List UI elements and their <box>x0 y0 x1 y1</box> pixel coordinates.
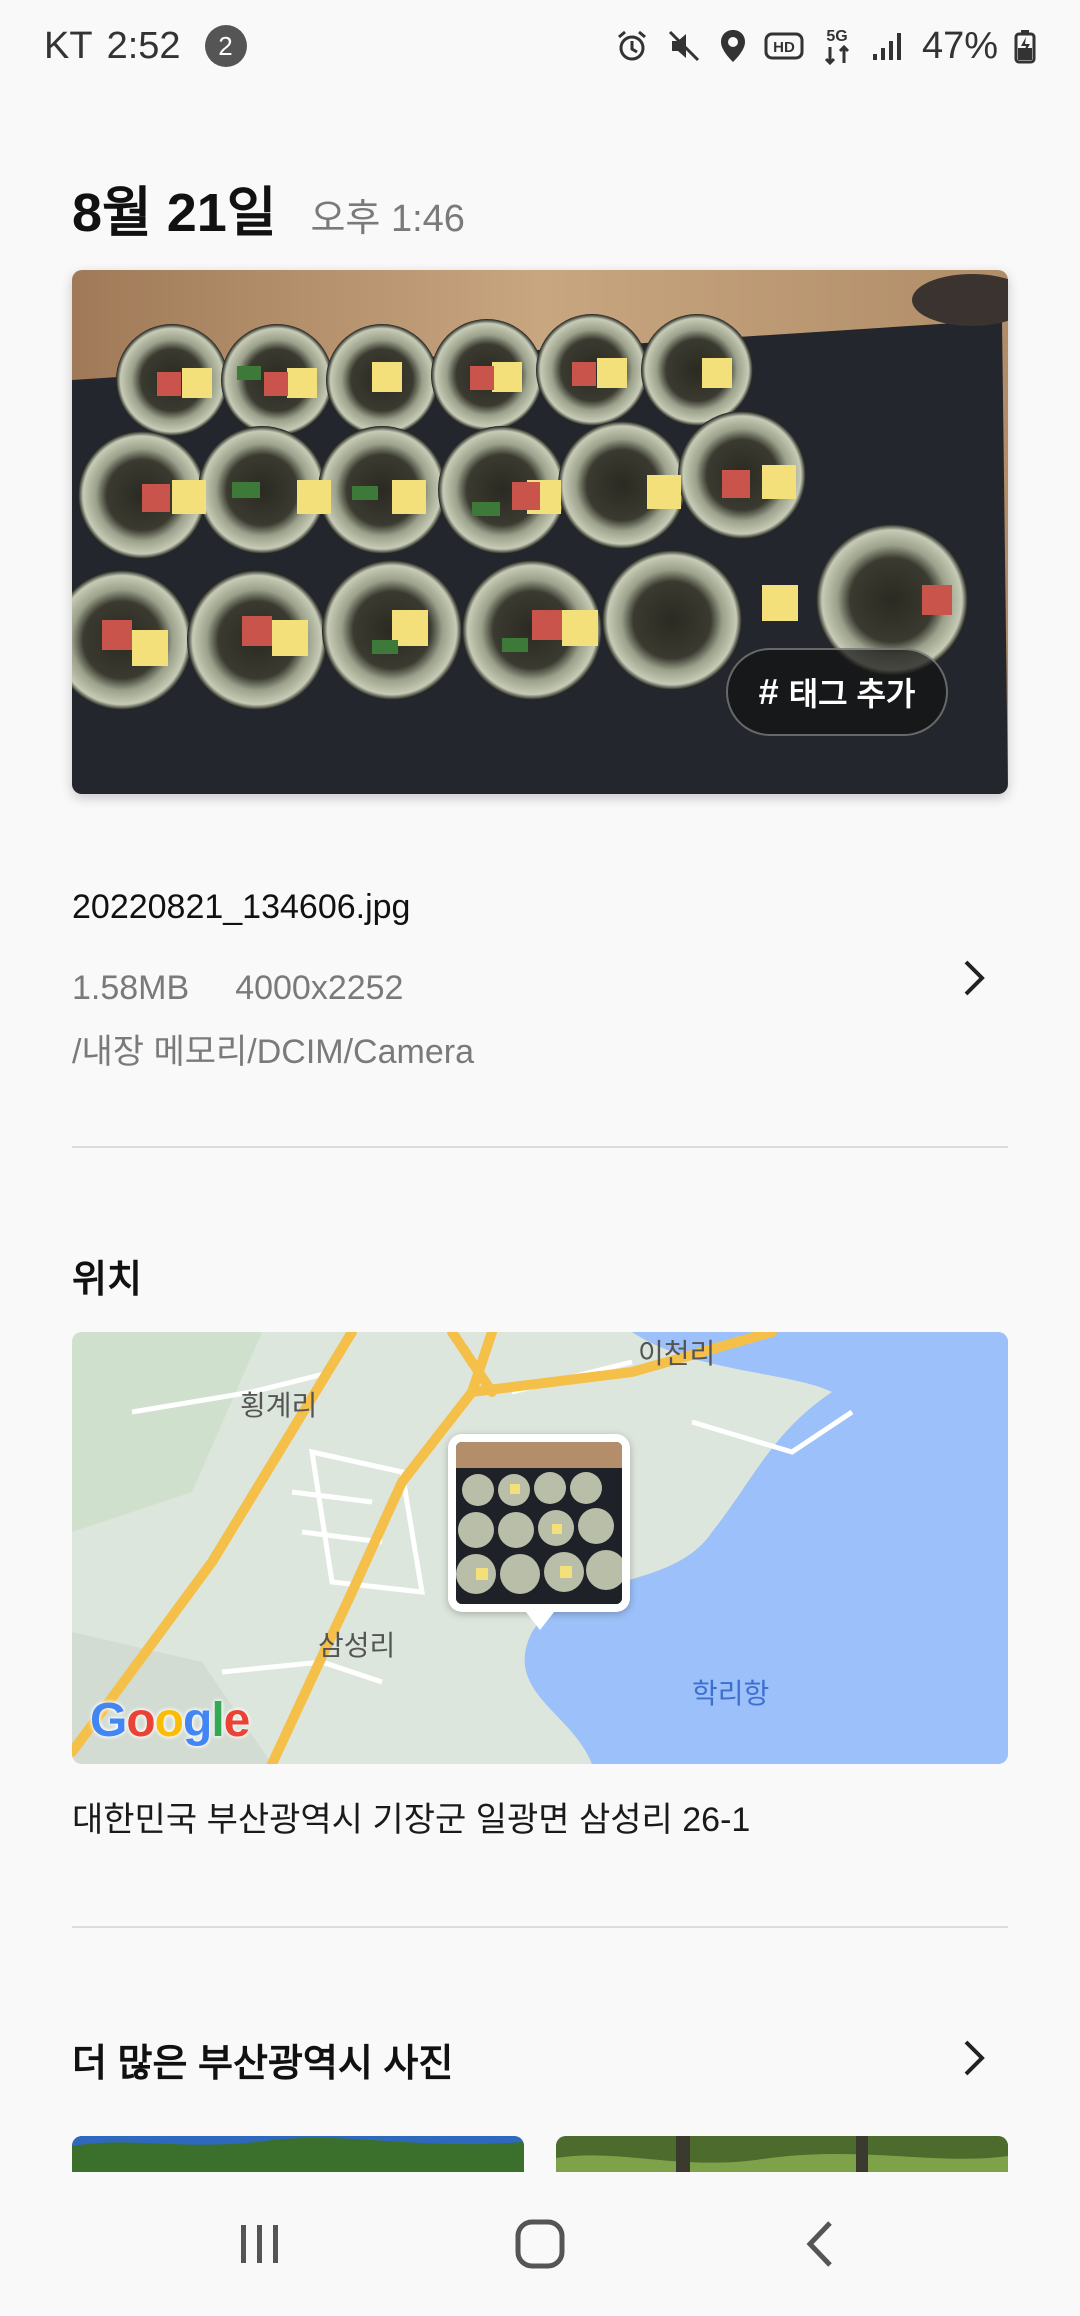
photo-time: 오후 1:46 <box>310 198 465 240</box>
file-name: 20220821_134606.jpg <box>72 888 411 926</box>
google-logo: Google <box>90 1694 250 1747</box>
map-label-hoenggye: 횡계리 <box>240 1390 318 1421</box>
battery-percent: 47% <box>921 24 998 67</box>
location-map[interactable]: 이천리 횡계리 삼성리 학리항 Google <box>72 1332 1008 1764</box>
svg-text:5G: 5G <box>826 28 847 45</box>
home-icon[interactable] <box>495 2199 585 2289</box>
location-address: 대한민국 부산광역시 기장군 일광면 삼성리 26-1 <box>72 1801 751 1839</box>
battery-icon <box>1014 28 1036 64</box>
file-path: /내장 메모리/DCIM/Camera <box>72 1033 474 1071</box>
file-resolution: 4000x2252 <box>235 969 404 1007</box>
signal-icon <box>870 28 906 64</box>
5g-icon: 5G <box>820 25 854 67</box>
status-right: HD 5G 47% <box>614 25 1036 68</box>
more-photo-thumbnail[interactable] <box>556 2136 1008 2172</box>
file-info[interactable]: 20220821_134606.jpg 1.58MB 4000x2252 /내장… <box>72 888 1008 1073</box>
photo-details-screen: KT 2:52 2 HD 5G 47% 8월 21일 오후 1:46 # 태그 … <box>0 0 1080 2316</box>
more-photos-title: 더 많은 부산광역시 사진 <box>72 2043 454 2085</box>
map-label-icheon: 이천리 <box>638 1338 716 1369</box>
location-icon <box>718 28 748 64</box>
add-tag-button[interactable]: # 태그 추가 <box>726 648 948 736</box>
map-label-samseong: 삼성리 <box>318 1630 396 1661</box>
svg-text:HD: HD <box>773 39 795 56</box>
clock: 2:52 <box>106 24 181 67</box>
carrier-label: KT <box>44 24 93 67</box>
date-header: 8월 21일 오후 1:46 <box>72 168 465 247</box>
status-left: KT 2:52 2 <box>44 25 247 68</box>
photo-preview[interactable]: # 태그 추가 <box>72 270 1008 794</box>
alarm-icon <box>614 28 650 64</box>
add-tag-label: 태그 추가 <box>788 676 916 712</box>
more-photo-thumbnail[interactable] <box>72 2136 524 2172</box>
notification-count-badge: 2 <box>204 25 247 67</box>
divider <box>72 1926 1008 1928</box>
location-title: 위치 <box>72 1259 142 1301</box>
map-label-hakri-port: 학리항 <box>692 1678 770 1709</box>
divider <box>72 1146 1008 1148</box>
more-photos-row[interactable]: 더 많은 부산광역시 사진 <box>72 2032 1008 2085</box>
navigation-bar <box>0 2172 1080 2316</box>
file-details-chevron-icon[interactable] <box>952 948 996 1008</box>
mute-icon <box>666 28 702 64</box>
hashtag-icon: # <box>758 671 779 712</box>
more-photos-chevron-icon[interactable] <box>952 2030 996 2086</box>
hd-icon: HD <box>764 30 804 62</box>
status-bar: KT 2:52 2 HD 5G 47% <box>0 0 1080 92</box>
back-icon[interactable] <box>775 2199 865 2289</box>
file-size: 1.58MB <box>72 969 190 1007</box>
photo-date: 8월 21일 <box>72 183 277 243</box>
map-photo-pin[interactable] <box>448 1434 630 1630</box>
file-meta: 1.58MB 4000x2252 <box>72 969 1008 1008</box>
recent-apps-icon[interactable] <box>215 2199 305 2289</box>
map-photo-thumbnail <box>456 1442 622 1604</box>
